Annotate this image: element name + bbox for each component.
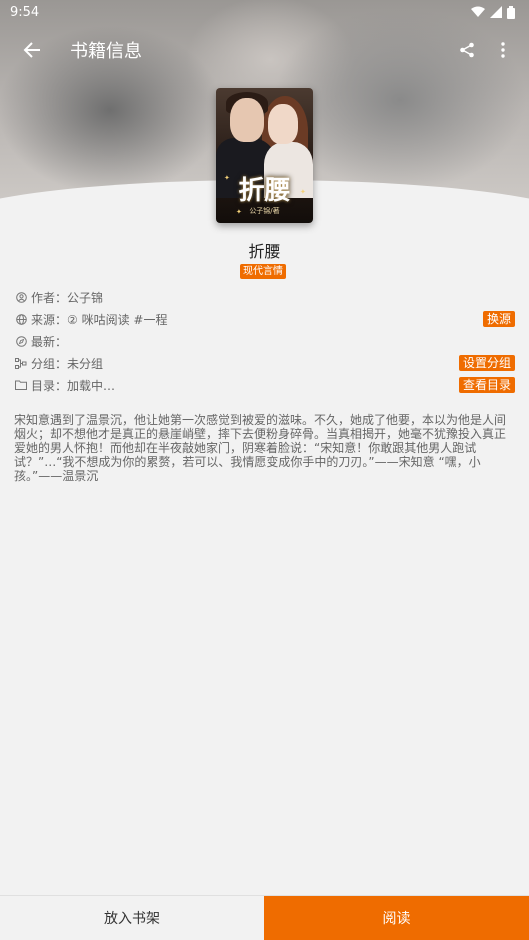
book-description: 宋知意遇到了温景沉，他让她第一次感觉到被爱的滋味。不久，她成了他要，本以为他是人… bbox=[14, 413, 507, 483]
more-vert-icon bbox=[501, 42, 505, 58]
page-title: 书籍信息 bbox=[70, 41, 142, 62]
group-value: 未分组 bbox=[67, 356, 104, 371]
arrow-back-icon bbox=[23, 42, 40, 58]
cover-author: 公子锦/著 bbox=[249, 207, 280, 215]
book-cover[interactable]: ✦ ✦ ✦ 折腰 公子锦/著 bbox=[216, 88, 313, 223]
wifi-icon bbox=[471, 6, 485, 17]
person-icon bbox=[14, 290, 28, 304]
author-label: 作者： bbox=[31, 290, 68, 305]
add-to-shelf-button[interactable]: 放入书架 bbox=[0, 896, 264, 940]
cover-title: 折腰 bbox=[238, 176, 291, 206]
view-toc-button[interactable]: 查看目录 bbox=[458, 377, 515, 393]
latest-label: 最新： bbox=[31, 334, 68, 349]
share-button[interactable] bbox=[449, 28, 485, 72]
toc-value: 加载中… bbox=[67, 378, 116, 393]
app-bar: 书籍信息 bbox=[0, 28, 529, 72]
change-source-button[interactable]: 换源 bbox=[482, 311, 515, 327]
author-value[interactable]: 公子锦 bbox=[67, 289, 515, 306]
genre-tag: 现代言情 bbox=[240, 264, 286, 279]
status-icons bbox=[471, 5, 515, 19]
more-options-button[interactable] bbox=[485, 28, 521, 72]
group-icon bbox=[14, 356, 28, 370]
toc-label: 目录： bbox=[31, 378, 68, 393]
share-icon bbox=[460, 42, 474, 58]
compass-icon bbox=[14, 334, 28, 348]
cover-art-face-female bbox=[268, 104, 298, 144]
read-button[interactable]: 阅读 bbox=[264, 896, 529, 940]
source-row: 来源： ② 咪咕阅读 #一程 换源 bbox=[14, 308, 515, 330]
latest-row: 最新： bbox=[14, 330, 515, 352]
globe-icon bbox=[14, 312, 28, 326]
cover-art-face-male bbox=[230, 98, 264, 142]
bottom-action-bar: 放入书架 阅读 bbox=[0, 895, 529, 940]
author-row: 作者： 公子锦 bbox=[14, 286, 515, 308]
signal-icon bbox=[490, 6, 502, 18]
status-time: 9:54 bbox=[10, 4, 40, 20]
group-label: 分组： bbox=[31, 356, 68, 371]
group-row: 分组： 未分组 设置分组 bbox=[14, 352, 515, 374]
source-value: ② 咪咕阅读 #一程 bbox=[67, 312, 168, 327]
battery-icon bbox=[507, 5, 515, 19]
folder-icon bbox=[14, 378, 28, 392]
status-bar: 9:54 bbox=[0, 0, 529, 24]
set-group-button[interactable]: 设置分组 bbox=[458, 355, 515, 371]
back-button[interactable] bbox=[10, 28, 54, 72]
source-label: 来源： bbox=[31, 312, 68, 327]
toc-row: 目录： 加载中… 查看目录 bbox=[14, 374, 515, 396]
book-name: 折腰 bbox=[248, 242, 281, 261]
book-info: 作者： 公子锦 来源： ② 咪咕阅读 #一程 换源 最新： 分组： 未分组 设置… bbox=[14, 286, 515, 396]
